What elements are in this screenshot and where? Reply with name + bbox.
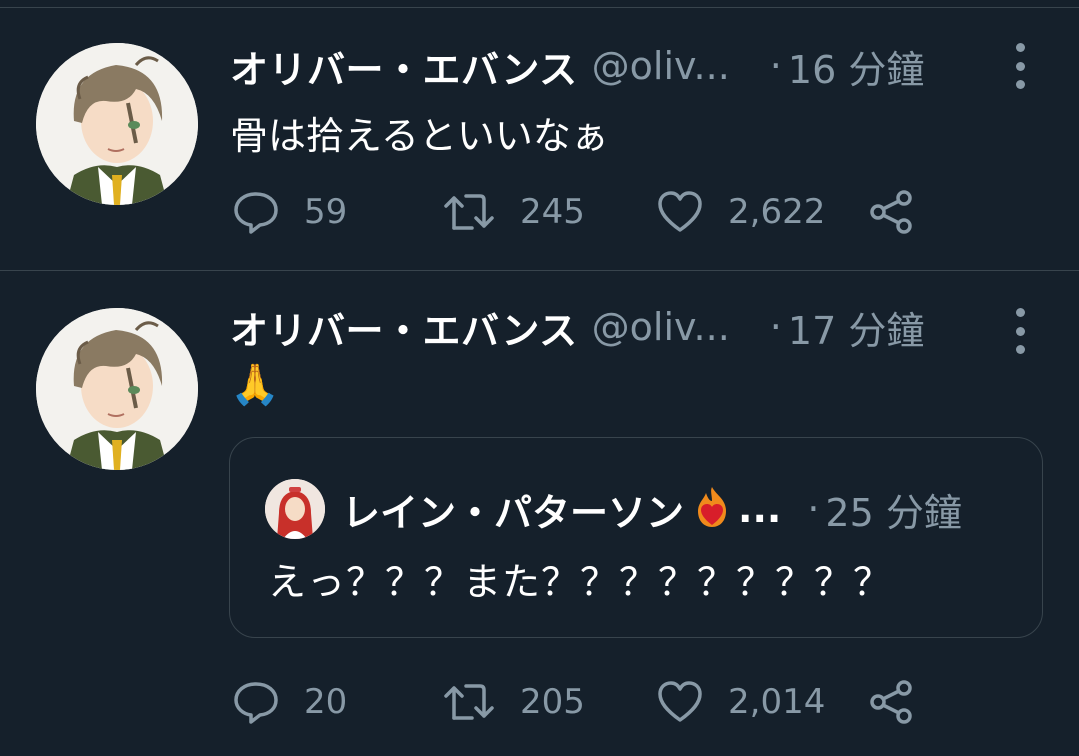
like-count: 2,622 (728, 192, 826, 232)
like-icon (656, 678, 704, 726)
quoted-name-ellipsis: ... (738, 487, 782, 531)
retweet-count: 245 (520, 192, 585, 232)
share-icon (868, 188, 916, 236)
more-icon[interactable] (1008, 308, 1032, 354)
timestamp[interactable]: 17 分鐘 (788, 300, 924, 355)
tweet-text: 🙏 (230, 362, 280, 408)
retweet-icon (442, 188, 496, 236)
quoted-author-name[interactable]: レイン・パターソン (342, 482, 684, 537)
author-handle[interactable]: @oliv... (592, 305, 730, 349)
tweet-actions: 20 205 2,014 (232, 677, 932, 727)
reply-count: 20 (304, 682, 348, 722)
quoted-timestamp[interactable]: 25 分鐘 (825, 482, 961, 537)
reply-icon (232, 188, 280, 236)
retweet-count: 205 (520, 682, 585, 722)
share-icon (868, 678, 916, 726)
retweet-button[interactable]: 205 (442, 677, 585, 727)
tweet-actions: 59 245 2,622 (232, 187, 932, 237)
author-name[interactable]: オリバー・エバンス (230, 300, 578, 355)
quoted-text: えっ？？？また？？？？？？？？？ (268, 560, 893, 604)
like-button[interactable]: 2,014 (656, 677, 825, 727)
author-name[interactable]: オリバー・エバンス (230, 39, 578, 94)
separator-dot: · (769, 44, 782, 88)
like-icon (656, 188, 704, 236)
separator-dot: · (807, 487, 820, 531)
share-button[interactable] (868, 677, 916, 727)
reply-icon (232, 678, 280, 726)
like-count: 2,014 (728, 682, 826, 722)
timestamp[interactable]: 16 分鐘 (788, 39, 924, 94)
quoted-avatar[interactable] (265, 479, 325, 539)
reply-count: 59 (304, 192, 348, 232)
avatar[interactable] (36, 43, 198, 205)
separator-dot: · (769, 305, 782, 349)
avatar[interactable] (36, 308, 198, 470)
retweet-button[interactable]: 245 (442, 187, 585, 237)
share-button[interactable] (868, 187, 916, 237)
fire-heart-emoji (690, 485, 734, 533)
tweet-header: オリバー・エバンス @oliv... · 16 分鐘 (230, 39, 1020, 94)
tweet-header: オリバー・エバンス @oliv... · 17 分鐘 (230, 300, 1020, 355)
reply-button[interactable]: 59 (232, 187, 347, 237)
like-button[interactable]: 2,622 (656, 187, 825, 237)
quoted-header: レイン・パターソン ... · 25 分鐘 (342, 481, 962, 537)
reply-button[interactable]: 20 (232, 677, 347, 727)
quoted-tweet[interactable]: レイン・パターソン ... · 25 分鐘 えっ？？？また？？？？？？？？？ (229, 437, 1043, 638)
author-handle[interactable]: @oliv... (592, 44, 730, 88)
tweet-text: 骨は拾えるといいなぁ (230, 114, 609, 158)
retweet-icon (442, 678, 496, 726)
tweet-1[interactable]: オリバー・エバンス @oliv... · 16 分鐘 骨は拾えるといいなぁ 59… (0, 0, 1079, 270)
more-icon[interactable] (1008, 43, 1032, 89)
